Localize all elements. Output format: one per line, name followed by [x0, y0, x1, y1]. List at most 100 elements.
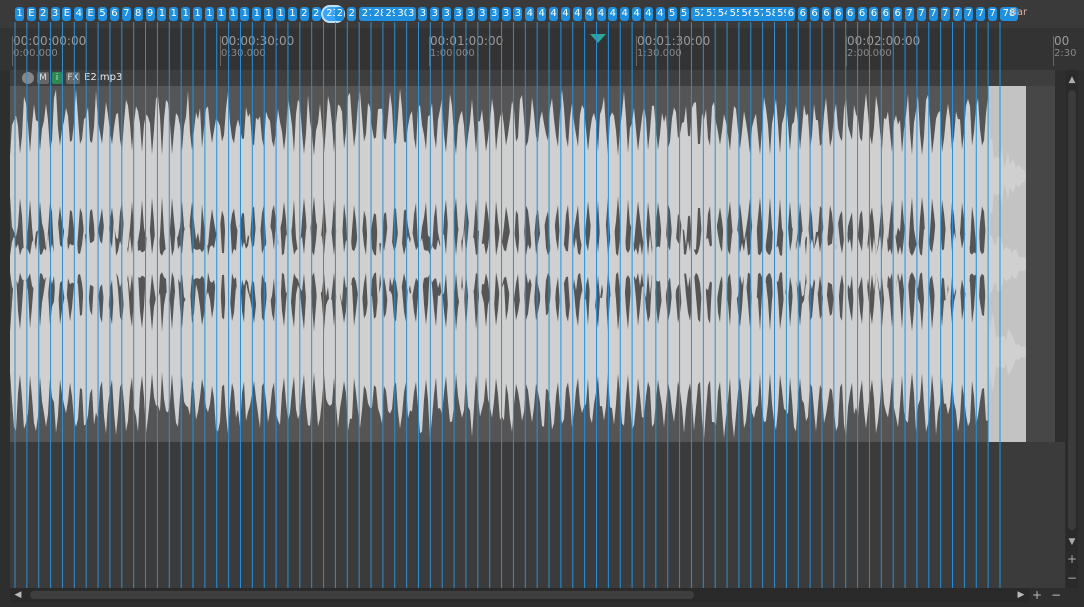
marker-37[interactable]: 3 — [454, 7, 464, 21]
marker-43[interactable]: 4 — [525, 7, 535, 21]
ruler-time: 0:30.000 — [221, 48, 266, 59]
marker-73[interactable]: 6 — [881, 7, 891, 21]
marker-16[interactable]: 1 — [204, 7, 214, 21]
scroll-right-button[interactable]: ▶ — [1015, 589, 1027, 601]
timeline-ruler[interactable] — [0, 28, 1084, 70]
track-header — [10, 70, 1055, 86]
ruler-timecode: 00:00:30:00 — [221, 34, 295, 48]
marker-18[interactable]: 1 — [228, 7, 238, 21]
marker-25[interactable]: 2 — [311, 7, 321, 21]
waveform — [10, 86, 1026, 442]
ruler-timecode: 00 — [1054, 34, 1070, 48]
marker-19[interactable]: 1 — [240, 7, 250, 21]
marker-6[interactable]: E — [86, 7, 96, 21]
marker-51[interactable]: 4 — [620, 7, 630, 21]
marker-70[interactable]: 6 — [845, 7, 855, 21]
marker-34[interactable]: 3 — [418, 7, 428, 21]
marker-65[interactable]: 6 — [786, 7, 796, 21]
marker-67[interactable]: 6 — [810, 7, 820, 21]
marker-41[interactable]: 3 — [501, 7, 511, 21]
marker-72[interactable]: 6 — [869, 7, 879, 21]
zoom-out-horizontal-button[interactable]: − — [1050, 589, 1062, 601]
waveform-channel-2 — [10, 265, 1026, 439]
marker-28[interactable]: 2 — [347, 7, 357, 21]
scroll-up-button[interactable]: ▲ — [1066, 74, 1078, 86]
marker-0[interactable]: 1 — [15, 7, 24, 21]
fx-button[interactable]: FX — [66, 72, 80, 84]
vertical-scroll-thumb[interactable] — [1068, 90, 1076, 530]
marker-21[interactable]: 1 — [264, 7, 274, 21]
info-button[interactable]: i — [52, 72, 62, 84]
marker-3[interactable]: 3 — [50, 7, 60, 21]
marker-20[interactable]: 1 — [252, 7, 262, 21]
clip-name: E2.mp3 — [84, 72, 123, 83]
marker-68[interactable]: 6 — [821, 7, 831, 21]
ruler-time: 0:00.000 — [13, 48, 58, 59]
marker-39[interactable]: 3 — [477, 7, 487, 21]
marker-42[interactable]: 3 — [513, 7, 523, 21]
zoom-in-horizontal-button[interactable]: + — [1031, 589, 1043, 601]
marker-13[interactable]: 1 — [169, 7, 179, 21]
marker-46[interactable]: 4 — [560, 7, 570, 21]
marker-69[interactable]: 6 — [833, 7, 843, 21]
ruler-time: 1:00.000 — [430, 48, 475, 59]
marker-82[interactable]: 7 — [988, 7, 998, 21]
marker-53[interactable]: 4 — [643, 7, 653, 21]
marker-4[interactable]: E — [62, 7, 72, 21]
marker-48[interactable]: 4 — [584, 7, 594, 21]
marker-38[interactable]: 3 — [465, 7, 475, 21]
marker-66[interactable]: 6 — [798, 7, 808, 21]
marker-2[interactable]: 2 — [38, 7, 48, 21]
marker-52[interactable]: 4 — [632, 7, 642, 21]
scroll-left-button[interactable]: ◀ — [12, 589, 24, 601]
marker-75[interactable]: 7 — [905, 7, 915, 21]
marker-44[interactable]: 4 — [537, 7, 547, 21]
marker-71[interactable]: 6 — [857, 7, 867, 21]
marker-1[interactable]: E — [26, 7, 36, 21]
marker-47[interactable]: 4 — [572, 7, 582, 21]
marker-27[interactable]: 2 — [335, 7, 345, 21]
marker-77[interactable]: 7 — [928, 7, 938, 21]
mute-button[interactable]: M — [37, 72, 49, 84]
marker-24[interactable]: 2 — [299, 7, 309, 21]
marker-50[interactable]: 4 — [608, 7, 618, 21]
marker-9[interactable]: 7 — [121, 7, 131, 21]
playhead-marker[interactable] — [590, 34, 606, 43]
marker-36[interactable]: 3 — [442, 7, 452, 21]
marker-11[interactable]: 9 — [145, 7, 155, 21]
marker-81[interactable]: 7 — [976, 7, 986, 21]
marker-10[interactable]: 8 — [133, 7, 143, 21]
marker-8[interactable]: 6 — [109, 7, 119, 21]
marker-7[interactable]: 5 — [98, 7, 108, 21]
marker-33[interactable]: 3 — [406, 7, 416, 21]
marker-54[interactable]: 4 — [655, 7, 665, 21]
marker-22[interactable]: 1 — [276, 7, 286, 21]
ruler-timecode: 00:02:00:00 — [847, 34, 921, 48]
marker-76[interactable]: 7 — [916, 7, 926, 21]
marker-45[interactable]: 4 — [549, 7, 559, 21]
marker-17[interactable]: 1 — [216, 7, 226, 21]
marker-55[interactable]: 5 — [667, 7, 677, 21]
marker-40[interactable]: 3 — [489, 7, 499, 21]
marker-15[interactable]: 1 — [193, 7, 202, 21]
ruler-timecode: 00:01:30:00 — [637, 34, 711, 48]
marker-14[interactable]: 1 — [181, 7, 191, 21]
marker-80[interactable]: 7 — [964, 7, 974, 21]
zoom-in-vertical-button[interactable]: + — [1066, 553, 1078, 565]
marker-12[interactable]: 1 — [157, 7, 167, 21]
record-arm-button[interactable] — [22, 72, 34, 84]
marker-56[interactable]: 5 — [679, 7, 689, 21]
marker-23[interactable]: 1 — [287, 7, 297, 21]
horizontal-scroll-thumb[interactable] — [30, 591, 694, 599]
zoom-out-vertical-button[interactable]: − — [1066, 572, 1078, 584]
marker-35[interactable]: 3 — [430, 7, 440, 21]
scroll-down-button[interactable]: ▼ — [1066, 536, 1078, 548]
empty-track-area[interactable] — [10, 442, 1065, 588]
marker-5[interactable]: 4 — [74, 7, 84, 21]
marker-74[interactable]: 6 — [893, 7, 903, 21]
marker-79[interactable]: 7 — [952, 7, 962, 21]
marker-78[interactable]: 7 — [940, 7, 950, 21]
audio-clip[interactable] — [10, 86, 1026, 442]
marker-49[interactable]: 4 — [596, 7, 606, 21]
ruler-time: 2:30 — [1054, 48, 1077, 59]
